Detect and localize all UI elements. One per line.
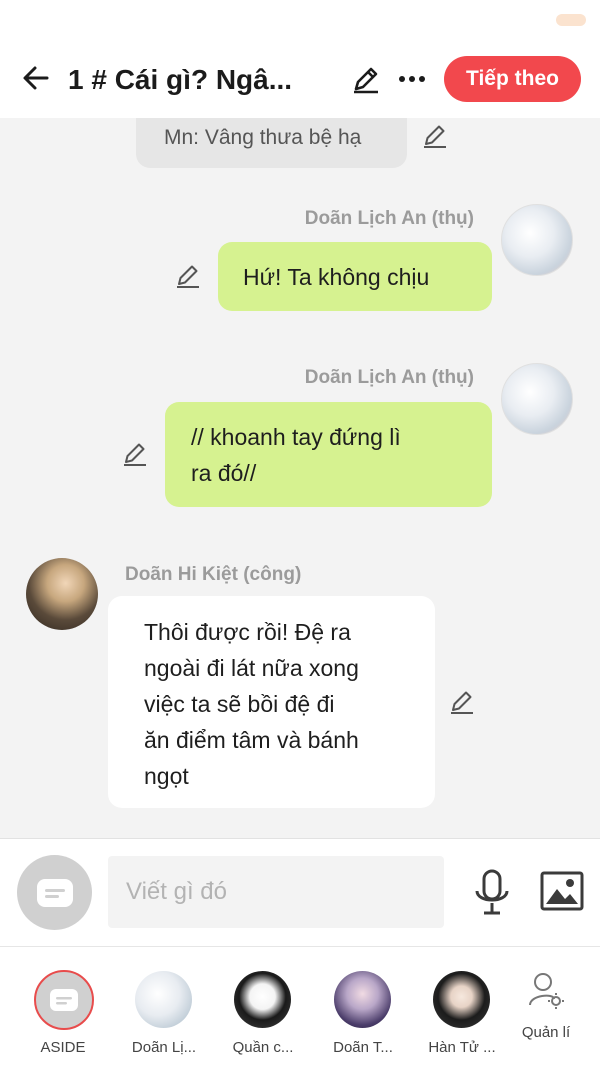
pencil-icon [177,265,199,288]
character-1[interactable]: Doãn Lị... [114,947,214,1067]
pencil-icon [451,691,473,714]
character-label: Doãn Lị... [131,1039,197,1056]
avatar [433,971,490,1028]
battery-icon [556,14,586,26]
chat-bubble-icon [50,989,78,1011]
microphone-icon [475,869,509,915]
avatar [135,971,192,1028]
message-line: ăn điểm tâm và bánh [144,727,359,753]
aside-avatar-button[interactable] [17,855,92,930]
speaker-name: Doãn Lịch An (thụ) [304,367,474,388]
message-line: Thôi được rồi! Đệ ra [144,619,351,645]
message-line: ra đó// [191,460,257,486]
character-label: Quản lí [521,1024,571,1041]
chat-area[interactable]: Mn: Vâng thưa bệ hạ Doãn Lịch An (thụ) H… [0,118,600,838]
image-button[interactable] [540,871,584,911]
message-line: ngọt [144,763,189,789]
avatar[interactable] [501,204,573,276]
user-settings-icon [529,973,564,1009]
manage-button[interactable]: Quản lí [496,947,596,1067]
edit-message-button[interactable] [120,438,150,468]
character-2[interactable]: Quần c... [213,947,313,1067]
image-icon [540,871,584,911]
message-bubble[interactable]: // khoanh tay đứng lì ra đó// [165,402,492,507]
edit-title-button[interactable] [350,63,382,95]
avatar[interactable] [501,363,573,435]
character-3[interactable]: Doãn T... [313,947,413,1067]
speaker-name: Doãn Hi Kiệt (công) [125,564,302,585]
more-button[interactable] [396,63,428,95]
avatar[interactable] [26,558,98,630]
more-dots-icon [399,76,425,82]
pencil-icon [124,443,146,466]
character-label: ASIDE [40,1039,86,1056]
character-bar: ASIDE Doãn Lị... Quần c... Doãn T... Hàn… [0,946,600,1067]
edit-message-button[interactable] [173,260,203,290]
mic-button[interactable] [472,869,512,917]
header: 1 # Cái gì? Ngâ... Tiếp theo [0,44,600,118]
character-aside[interactable]: ASIDE [0,947,100,1067]
message-line: ngoài đi lát nữa xong [144,655,359,681]
next-button[interactable]: Tiếp theo [444,56,581,102]
avatar [334,971,391,1028]
message-line: việc ta sẽ bồi đệ đi [144,691,335,717]
avatar [234,971,291,1028]
narration-bubble[interactable]: Mn: Vâng thưa bệ hạ [136,118,407,168]
chat-bubble-icon [36,878,73,907]
composer [0,838,600,946]
status-bar [0,0,600,44]
edit-message-button[interactable] [447,686,477,716]
aside-avatar [34,970,94,1030]
message-input[interactable] [108,856,444,928]
speaker-name: Doãn Lịch An (thụ) [304,208,474,229]
pencil-icon [354,67,378,94]
edit-message-button[interactable] [420,120,450,150]
pencil-icon [424,125,446,148]
message-line: // khoanh tay đứng lì [191,424,401,450]
message-bubble[interactable]: Thôi được rồi! Đệ ra ngoài đi lát nữa xo… [108,596,435,808]
page-title: 1 # Cái gì? Ngâ... [68,64,293,95]
back-button[interactable] [18,60,54,96]
character-label: Quần c... [232,1039,294,1056]
character-label: Doãn T... [333,1039,393,1056]
arrow-left-icon [23,66,49,90]
message-bubble[interactable]: Hứ! Ta không chịu [218,242,492,311]
